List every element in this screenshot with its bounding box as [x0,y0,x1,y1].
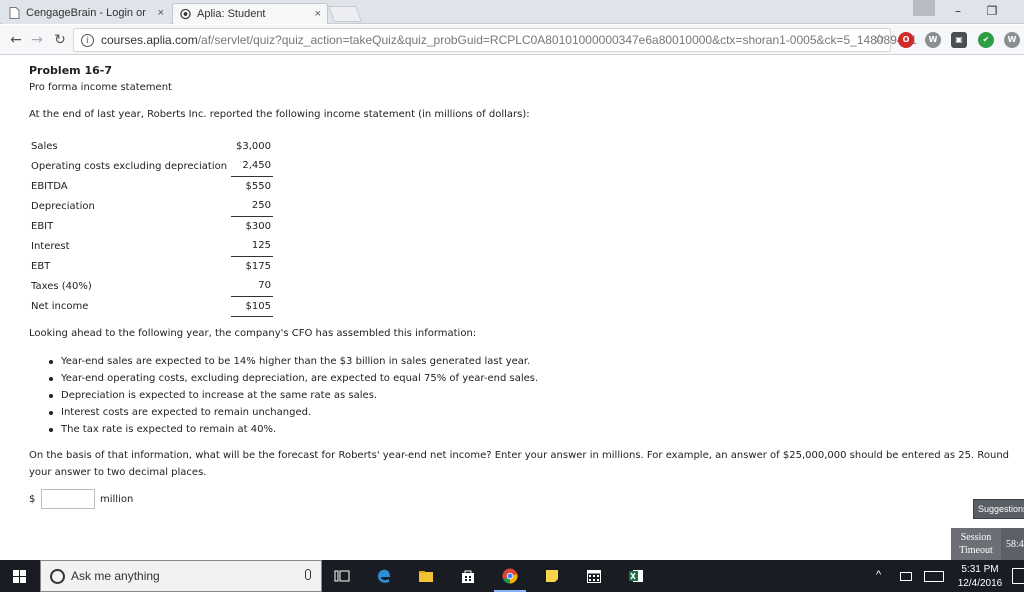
battery-icon[interactable] [900,572,912,581]
keyboard-icon[interactable] [924,571,944,582]
microphone-icon[interactable] [305,569,311,580]
info-icon[interactable]: i [81,34,94,47]
aplia-icon [180,8,191,20]
calendar-icon [587,570,601,583]
row-label: Interest [31,240,70,252]
w-icon[interactable]: W [925,32,941,48]
task-view-button[interactable] [322,560,362,592]
close-tab-icon[interactable]: × [315,4,321,24]
excel-icon [629,570,643,582]
row-value: $550 [245,180,271,192]
address-bar[interactable]: i courses.aplia.com/af/servlet/quiz?quiz… [73,28,917,52]
table-row: EBT $175 [29,256,273,276]
chrome-icon [502,568,518,584]
assumptions-list: Year-end sales are expected to be 14% hi… [48,353,538,438]
table-row: Operating costs excluding depreciation 2,… [29,156,273,177]
table-row: Taxes (40%) 70 [29,276,273,297]
row-label: Operating costs excluding depreciation [31,160,228,172]
show-hidden-icons-button[interactable]: ^ [876,569,881,592]
opera-icon[interactable]: O [898,32,914,48]
folder-icon [419,571,433,582]
table-row: EBITDA $550 [29,176,273,196]
problem-title: Problem 16-7 [29,64,112,77]
forward-icon[interactable]: → [27,30,47,50]
cortana-icon [50,569,65,584]
row-value: 125 [231,236,273,257]
session-timeout-label: Session Timeout [951,528,1001,560]
row-label: Sales [31,140,58,152]
table-row: Depreciation 250 [29,196,273,217]
row-value: 70 [231,276,273,297]
session-timeout-countdown: 58:4 [1001,528,1024,560]
start-button[interactable] [0,560,40,592]
question-text: On the basis of that information, what w… [29,450,1010,478]
row-value: 2,450 [231,156,273,177]
w-icon[interactable]: W [1004,32,1020,48]
tab-title: CengageBrain - Login or [26,7,146,19]
row-value: $300 [245,220,271,232]
taskbar-clock[interactable]: 5:31 PM 12/4/2016 [948,563,1012,591]
lookahead-text: Looking ahead to the following year, the… [29,328,477,339]
row-value: $3,000 [236,140,271,152]
chrome-button[interactable] [490,560,530,592]
row-label: Taxes (40%) [31,280,92,292]
windows-logo-icon [13,570,27,583]
suggestions-button[interactable]: Suggestions [973,499,1024,519]
row-label: EBITDA [31,180,68,192]
list-item: Year-end operating costs, excluding depr… [48,370,538,387]
problem-subtitle: Pro forma income statement [29,82,172,93]
url-text[interactable]: courses.aplia.com/af/servlet/quiz?quiz_a… [101,33,917,47]
screen-icon[interactable]: ▣ [951,32,967,48]
sticky-notes-button[interactable] [532,560,572,592]
reload-icon[interactable]: ↻ [50,30,70,50]
profile-icon[interactable] [913,0,935,16]
back-icon[interactable]: ← [6,30,26,50]
table-row: Interest 125 [29,236,273,257]
page-icon [9,7,20,19]
currency-symbol: $ [29,494,36,505]
table-row: Sales $3,000 [29,136,273,156]
clock-date: 12/4/2016 [957,578,1003,589]
new-tab-button[interactable] [328,6,362,22]
row-value: $105 [231,296,273,317]
net-income-answer-input[interactable] [41,489,95,509]
row-value: 250 [231,196,273,217]
list-item: Interest costs are expected to remain un… [48,404,538,421]
row-label: EBIT [31,220,54,232]
action-center-icon[interactable] [1012,568,1024,584]
income-statement-table: Sales $3,000 Operating costs excluding de… [29,136,273,317]
file-explorer-button[interactable] [406,560,446,592]
row-value: $175 [245,260,271,272]
problem-intro: At the end of last year, Roberts Inc. re… [29,109,530,120]
restore-button[interactable]: ❐ [972,0,1012,24]
edge-button[interactable] [364,560,404,592]
sticky-notes-icon [546,570,558,582]
row-label: Net income [31,300,89,312]
clock-time: 5:31 PM [961,564,999,575]
list-item: Depreciation is expected to increase at … [48,387,538,404]
edge-icon [378,569,390,583]
windows-taskbar: Ask me anything ^ 5:31 PM 12/4/2016 [0,560,1024,592]
unit-label: million [100,494,134,505]
check-icon[interactable]: ✔ [978,32,994,48]
row-label: Depreciation [31,200,95,212]
store-button[interactable] [448,560,488,592]
browser-toolbar: ← → ↻ i courses.aplia.com/af/servlet/qui… [0,25,1024,55]
row-label: EBT [31,260,51,272]
task-view-icon [334,570,350,582]
close-tab-icon[interactable]: × [158,3,164,23]
store-icon [462,570,474,583]
browser-titlebar: CengageBrain - Login or × Aplia: Student… [0,0,1024,40]
tab-aplia[interactable]: Aplia: Student Question × [172,3,328,40]
list-item: The tax rate is expected to remain at 40… [48,421,538,438]
tab-cengagebrain[interactable]: CengageBrain - Login or × [2,3,170,24]
calendar-button[interactable] [574,560,614,592]
table-row: EBIT $300 [29,216,273,236]
table-row: Net income $105 [29,296,273,317]
excel-button[interactable] [616,560,656,592]
cortana-search-box[interactable]: Ask me anything [40,560,322,592]
list-item: Year-end sales are expected to be 14% hi… [48,353,538,370]
bookmark-star-icon[interactable]: ☆ [873,32,885,47]
search-placeholder: Ask me anything [71,569,160,583]
